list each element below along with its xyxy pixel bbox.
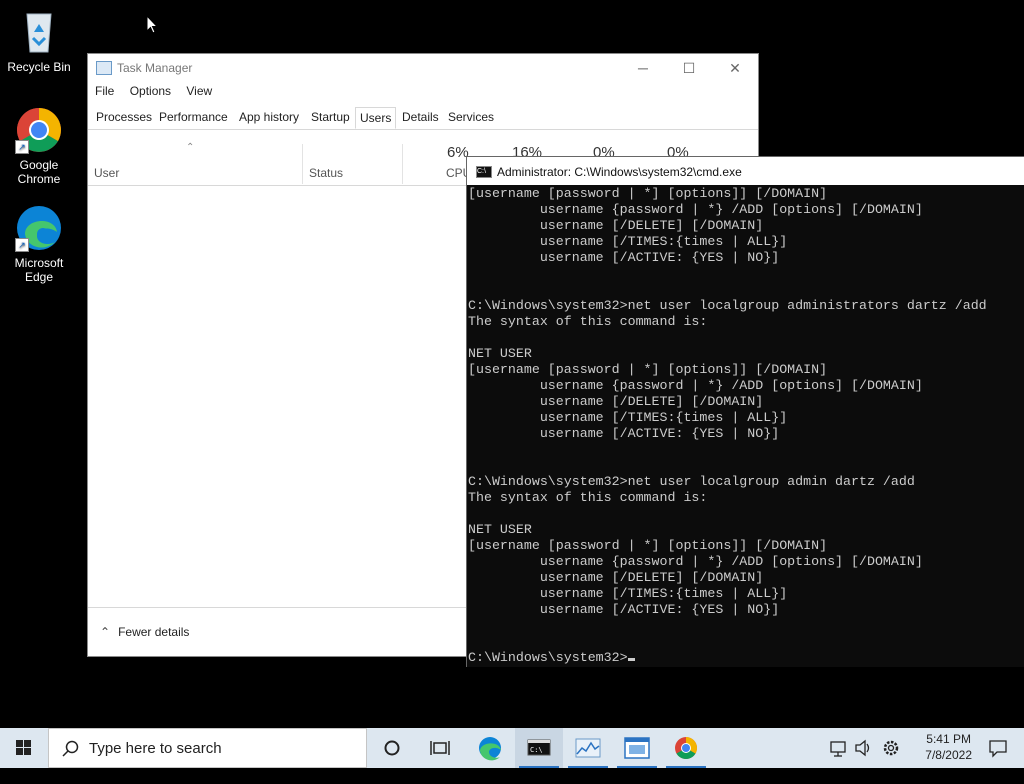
menu-view[interactable]: View	[186, 84, 212, 98]
task-manager-icon	[575, 738, 601, 758]
chevron-up-icon: ⌃	[100, 625, 111, 639]
desktop-icon-edge[interactable]: ↗ Microsoft Edge	[0, 204, 78, 284]
sort-up-icon: ⌃	[186, 142, 195, 153]
desktop-icon-label: Recycle Bin	[7, 60, 71, 74]
window-title: Task Manager	[117, 61, 193, 75]
taskbar: Type here to search C:\ 5:41 PM 7/8/2022	[0, 728, 1024, 768]
console-text: [username [password | *] [options]] [/DO…	[468, 186, 987, 617]
recycle-bin-icon	[15, 8, 63, 56]
tab-processes[interactable]: Processes	[92, 110, 156, 124]
search-icon	[62, 740, 79, 757]
task-view-icon	[430, 741, 450, 755]
fewer-details-button[interactable]: ⌃ Fewer details	[100, 625, 189, 639]
title-bar[interactable]: Task Manager ─ ☐ ✕	[88, 54, 758, 82]
search-placeholder: Type here to search	[89, 740, 222, 757]
cmd-icon: C:\	[527, 739, 551, 756]
desktop-icon-label: Microsoft Edge	[14, 256, 64, 284]
column-divider[interactable]	[402, 144, 403, 184]
tab-services[interactable]: Services	[444, 110, 498, 124]
task-view-button[interactable]	[416, 728, 464, 768]
taskbar-app-window[interactable]	[613, 728, 661, 768]
tab-performance[interactable]: Performance	[155, 110, 232, 124]
taskbar-cmd[interactable]: C:\	[515, 728, 563, 768]
menu-bar: File Options View	[95, 84, 224, 98]
menu-options[interactable]: Options	[130, 84, 171, 98]
menu-file[interactable]: File	[95, 84, 114, 98]
window-app-icon	[624, 737, 650, 759]
column-user[interactable]: User	[94, 166, 119, 180]
console-output[interactable]: [username [password | *] [options]] [/DO…	[468, 186, 987, 666]
taskbar-task-manager[interactable]	[564, 728, 612, 768]
volume-icon[interactable]	[851, 728, 875, 768]
chrome-icon	[675, 737, 697, 759]
console-prompt: C:\Windows\system32>	[468, 650, 628, 665]
shortcut-arrow-icon: ↗	[15, 238, 29, 252]
edge-icon: ↗	[15, 204, 63, 252]
tab-users[interactable]: Users	[355, 107, 397, 129]
notification-icon	[989, 740, 1007, 758]
mouse-cursor-icon	[146, 15, 158, 34]
desktop-icon-recycle-bin[interactable]: Recycle Bin	[0, 8, 78, 74]
fewer-details-label: Fewer details	[118, 625, 190, 639]
notifications-button[interactable]	[978, 728, 1018, 768]
desktop-icon-chrome[interactable]: ↗ Google Chrome	[0, 106, 78, 186]
windows-logo-icon	[16, 740, 31, 755]
tab-details[interactable]: Details	[398, 110, 443, 124]
cortana-button[interactable]	[368, 728, 416, 768]
column-status[interactable]: Status	[309, 166, 343, 180]
clock-date: 7/8/2022	[925, 748, 972, 762]
command-prompt-window[interactable]: C:\ Administrator: C:\Windows\system32\c…	[466, 156, 1024, 667]
tab-bar: Processes Performance App history Startu…	[88, 107, 758, 130]
taskbar-chrome[interactable]	[662, 728, 710, 768]
tab-app-history[interactable]: App history	[235, 110, 303, 124]
maximize-button[interactable]: ☐	[666, 54, 712, 82]
cortana-circle-icon	[384, 740, 400, 756]
svg-text:C:\: C:\	[530, 746, 543, 754]
start-button[interactable]	[0, 728, 48, 768]
desktop-icon-label: Google Chrome	[17, 158, 61, 186]
clock-time: 5:41 PM	[926, 732, 971, 746]
column-divider[interactable]	[302, 144, 303, 184]
close-button[interactable]: ✕	[712, 54, 758, 82]
cmd-icon: C:\	[476, 166, 492, 178]
cmd-window-title: Administrator: C:\Windows\system32\cmd.e…	[497, 165, 742, 179]
tab-startup[interactable]: Startup	[307, 110, 354, 124]
cmd-title-bar[interactable]: C:\ Administrator: C:\Windows\system32\c…	[467, 157, 1024, 185]
network-icon[interactable]	[826, 728, 850, 768]
chrome-icon: ↗	[15, 106, 63, 154]
search-box[interactable]: Type here to search	[48, 728, 367, 768]
task-manager-icon	[96, 61, 112, 75]
taskbar-edge[interactable]	[466, 728, 514, 768]
shortcut-arrow-icon: ↗	[15, 140, 29, 154]
edge-icon	[479, 737, 501, 761]
clock[interactable]: 5:41 PM 7/8/2022	[925, 731, 972, 763]
minimize-button[interactable]: ─	[620, 54, 666, 82]
settings-gear-icon[interactable]	[879, 728, 903, 768]
text-cursor	[627, 658, 635, 661]
